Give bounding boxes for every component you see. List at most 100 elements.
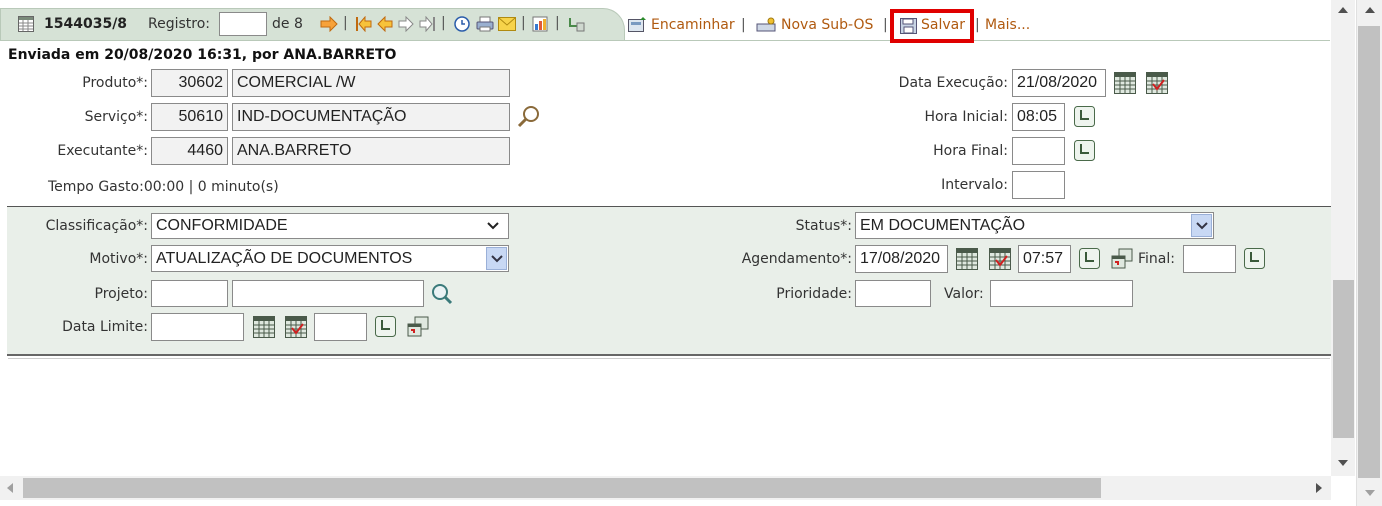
bottom-strip	[0, 500, 1356, 506]
notes-area[interactable]	[8, 358, 1330, 477]
scroll-up-icon[interactable]	[1364, 5, 1376, 15]
search-magnifier-icon[interactable]	[517, 105, 541, 129]
calendar-check-icon[interactable]	[285, 316, 307, 338]
agendamento-time-field[interactable]: 07:57	[1018, 245, 1071, 273]
salvar-link[interactable]: Salvar	[921, 17, 965, 33]
valor-field[interactable]	[990, 280, 1133, 307]
motivo-dropdown-button[interactable]	[486, 247, 507, 270]
data-limite-hora-field[interactable]	[314, 313, 367, 341]
outer-vertical-scroll-thumb[interactable]	[1358, 26, 1380, 478]
calendar-icon[interactable]	[1114, 72, 1136, 94]
scroll-up-icon[interactable]	[1337, 5, 1349, 15]
projeto-name-field[interactable]	[232, 280, 424, 307]
prioridade-field[interactable]	[855, 280, 931, 307]
tempo-gasto: Tempo Gasto:00:00 | 0 minuto(s)	[48, 179, 279, 195]
mais-link[interactable]: Mais...	[985, 17, 1030, 33]
record-id: 1544035/8	[44, 16, 128, 32]
registro-input[interactable]	[219, 12, 267, 36]
next-record-icon[interactable]	[319, 16, 339, 32]
scroll-right-icon[interactable]	[1314, 482, 1324, 494]
separator: |	[741, 17, 746, 33]
clock-picker-icon[interactable]	[1074, 106, 1095, 127]
first-record-icon[interactable]	[355, 16, 373, 32]
projeto-label: Projeto:	[94, 286, 148, 302]
chevron-down-icon[interactable]	[486, 220, 500, 232]
executante-code-field[interactable]: 4460	[151, 137, 228, 165]
clock-picker-icon[interactable]	[1079, 248, 1100, 269]
final-label: Final:	[1138, 251, 1175, 267]
copy-datetime-icon[interactable]	[407, 316, 429, 338]
status-value: EM DOCUMENTAÇÃO	[860, 217, 1026, 234]
hora-final-field[interactable]	[1012, 137, 1065, 165]
encaminhar-link[interactable]: Encaminhar	[651, 17, 735, 33]
next-arrow-icon[interactable]	[397, 16, 415, 32]
data-limite-field[interactable]	[151, 313, 244, 341]
motivo-select[interactable]: ATUALIZAÇÃO DE DOCUMENTOS	[151, 245, 509, 272]
clock-picker-icon[interactable]	[1244, 248, 1265, 269]
encaminhar-icon[interactable]	[628, 17, 648, 33]
previous-record-icon[interactable]	[376, 16, 394, 32]
agendamento-label: Agendamento*:	[741, 251, 852, 267]
separator: |	[975, 17, 980, 33]
clock-picker-icon[interactable]	[375, 316, 396, 337]
intervalo-label: Intervalo:	[941, 177, 1008, 193]
search-icon[interactable]	[430, 282, 454, 306]
clock-icon[interactable]	[454, 16, 470, 32]
status-select[interactable]: EM DOCUMENTAÇÃO	[855, 212, 1214, 239]
copy-datetime-icon[interactable]	[1111, 248, 1133, 270]
prioridade-label: Prioridade:	[776, 286, 852, 302]
report-icon[interactable]	[532, 16, 550, 32]
data-limite-label: Data Limite:	[62, 319, 148, 335]
projeto-code-field[interactable]	[151, 280, 228, 307]
calendar-icon[interactable]	[956, 248, 978, 270]
chevron-down-icon	[1196, 222, 1208, 230]
tab-baseline	[0, 40, 1330, 41]
status-label: Status*:	[795, 218, 852, 234]
separator: |	[343, 15, 348, 31]
calendar-check-icon[interactable]	[1146, 72, 1168, 94]
hora-final-label: Hora Final:	[933, 143, 1008, 159]
motivo-value: ATUALIZAÇÃO DE DOCUMENTOS	[156, 250, 413, 267]
sent-info: Enviada em 20/08/2020 16:31, por ANA.BAR…	[8, 47, 397, 63]
agendamento-date-field[interactable]: 17/08/2020	[855, 245, 948, 273]
scroll-left-icon[interactable]	[5, 482, 15, 494]
calendar-check-icon[interactable]	[989, 248, 1011, 270]
separator: |	[883, 17, 888, 33]
classificacao-value: CONFORMIDADE	[156, 217, 288, 234]
produto-label: Produto*:	[82, 75, 148, 91]
separator: |	[555, 15, 560, 31]
hora-inicial-field[interactable]: 08:05	[1012, 103, 1065, 131]
final-field[interactable]	[1183, 245, 1236, 273]
link-record-icon[interactable]	[567, 16, 585, 32]
hora-inicial-label: Hora Inicial:	[924, 109, 1008, 125]
separator: |	[521, 15, 526, 31]
scroll-down-icon[interactable]	[1364, 488, 1376, 498]
classificacao-select[interactable]: CONFORMIDADE	[151, 213, 509, 239]
registro-label: Registro:	[148, 16, 211, 32]
executante-name-field: ANA.BARRETO	[232, 137, 510, 165]
of-total: de 8	[272, 16, 303, 32]
new-sub-os-icon[interactable]	[756, 17, 778, 33]
horizontal-scroll-thumb[interactable]	[23, 478, 1101, 498]
last-record-icon[interactable]	[418, 16, 436, 32]
clock-picker-icon[interactable]	[1074, 140, 1095, 161]
servico-code-field[interactable]: 50610	[151, 103, 228, 131]
vertical-scroll-thumb[interactable]	[1333, 280, 1354, 438]
email-icon[interactable]	[498, 17, 516, 31]
executante-label: Executante*:	[57, 143, 148, 159]
nova-sub-os-link[interactable]: Nova Sub-OS	[781, 17, 873, 33]
print-icon[interactable]	[476, 16, 494, 32]
calendar-icon[interactable]	[253, 316, 275, 338]
chevron-down-icon	[491, 255, 503, 263]
servico-label: Serviço*:	[84, 109, 148, 125]
classificacao-label: Classificação*:	[45, 218, 148, 234]
intervalo-field[interactable]	[1012, 171, 1065, 199]
status-dropdown-button[interactable]	[1191, 214, 1212, 237]
separator: |	[441, 15, 446, 31]
valor-label: Valor:	[944, 286, 984, 302]
produto-name-field: COMERCIAL /W	[232, 69, 510, 97]
scroll-down-icon[interactable]	[1337, 458, 1349, 468]
data-execucao-field[interactable]: 21/08/2020	[1012, 69, 1106, 97]
save-disk-icon[interactable]	[900, 18, 918, 34]
produto-code-field[interactable]: 30602	[151, 69, 228, 97]
